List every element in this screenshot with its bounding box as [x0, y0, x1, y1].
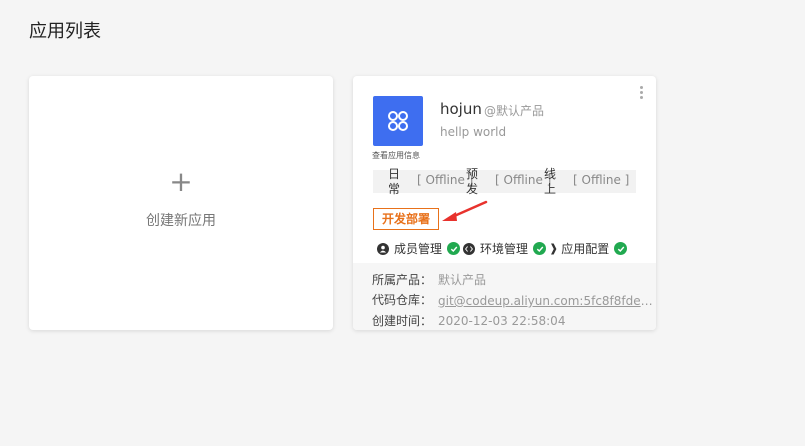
meta-created-label: 创建时间：: [372, 314, 433, 328]
app-product-tag: @默认产品: [484, 104, 545, 118]
env-status-production: [ Offline ]: [573, 173, 630, 187]
page-title: 应用列表: [29, 21, 101, 42]
feature-app-config[interactable]: ❱ 应用配置: [549, 240, 628, 257]
user-icon: [377, 242, 389, 255]
command-icon[interactable]: [373, 96, 423, 146]
feature-environment-management[interactable]: 环境管理: [463, 240, 547, 257]
dev-deploy-button[interactable]: 开发部署: [373, 208, 439, 230]
meta-repo-label: 代码仓库：: [372, 293, 433, 307]
feature-label: 环境管理: [480, 242, 529, 256]
app-card: 查看应用信息 hojun @默认产品 hellp world 日常 [ Offl…: [353, 76, 656, 330]
more-options-icon[interactable]: [639, 86, 645, 104]
meta-product-row: 所属产品： 默认产品: [372, 271, 486, 288]
feature-label: 成员管理: [394, 242, 443, 256]
plus-icon: +: [169, 165, 193, 198]
meta-product-value: 默认产品: [438, 273, 487, 287]
config-icon: ❱: [549, 242, 559, 255]
meta-created-row: 创建时间： 2020-12-03 22:58:04: [372, 312, 565, 329]
meta-created-value: 2020-12-03 22:58:04: [438, 314, 566, 328]
environment-status-bar: 日常 [ Offline ] 预发 [ Offline ] 线上 [ Offli…: [373, 167, 636, 196]
feature-label: 应用配置: [561, 242, 610, 256]
code-icon: [463, 242, 475, 255]
annotation-arrow-icon: [442, 200, 488, 221]
repo-link[interactable]: git@codeup.aliyun.com:5fc8f8fdebc33...: [438, 294, 654, 308]
meta-repo-row: 代码仓库： git@codeup.aliyun.com:5fc8f8fdebc33…: [372, 291, 654, 308]
app-name[interactable]: hojun: [440, 100, 482, 118]
check-icon: [614, 242, 628, 255]
env-name-daily: 日常: [387, 167, 400, 196]
view-app-info-link[interactable]: 查看应用信息: [372, 150, 420, 161]
app-meta-section: 所属产品： 默认产品 代码仓库： git@codeup.aliyun.com:5fc…: [353, 263, 656, 330]
meta-product-label: 所属产品：: [372, 273, 433, 287]
feature-member-management[interactable]: 成员管理: [377, 240, 461, 257]
app-description: hellp world: [440, 125, 507, 139]
env-name-production: 线上: [543, 167, 556, 196]
check-icon: [447, 242, 461, 255]
env-name-staging: 预发: [465, 167, 478, 196]
create-app-label: 创建新应用: [146, 213, 216, 229]
create-app-card[interactable]: + 创建新应用: [29, 76, 333, 330]
check-icon: [533, 242, 547, 255]
